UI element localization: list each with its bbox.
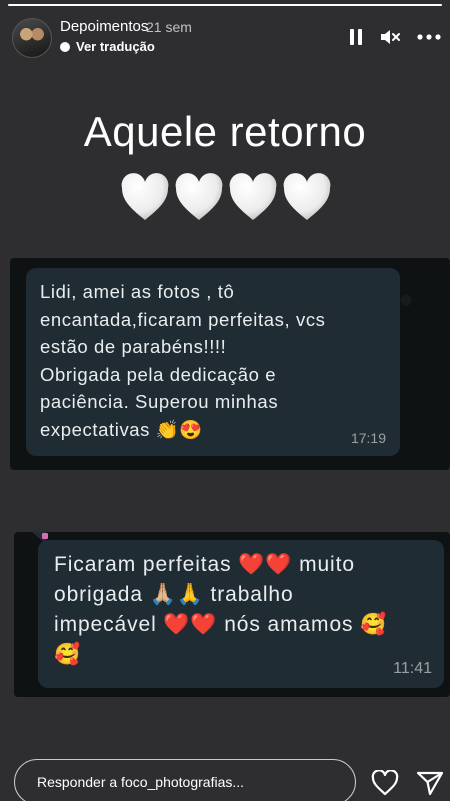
- white-heart-icon: [174, 172, 224, 224]
- story-header: Depoimentos 21 sem Ver tradução: [0, 12, 450, 62]
- post-time: 21 sem: [146, 19, 192, 35]
- story-progress-fill: [8, 4, 442, 6]
- message-time-2: 11:41: [393, 660, 432, 677]
- send-icon[interactable]: [416, 770, 444, 796]
- story-title: Aquele retorno: [83, 108, 367, 155]
- message-bubble-1: Lidi, amei as fotos , tô encantada,ficar…: [26, 268, 400, 456]
- mute-icon[interactable]: [377, 24, 403, 50]
- translate-label: Ver tradução: [76, 39, 155, 54]
- translate-dot-icon: [60, 41, 70, 52]
- hearts-row: [120, 172, 332, 224]
- translate-link[interactable]: Ver tradução: [60, 39, 155, 54]
- story-progress-bar: [8, 4, 442, 6]
- message-time-1: 17:19: [350, 430, 386, 446]
- more-icon[interactable]: [416, 24, 442, 50]
- story-view[interactable]: Depoimentos 21 sem Ver tradução Aquele r…: [0, 0, 450, 801]
- white-heart-icon: [282, 172, 332, 224]
- message-bubble-2: Ficaram perfeitas ❤️❤️ muito obrigada 🙏🏼…: [38, 540, 444, 688]
- message-text-2: Ficaram perfeitas ❤️❤️ muito obrigada 🙏🏼…: [54, 553, 388, 666]
- reply-placeholder: Responder a foco_photografias...: [37, 774, 245, 790]
- message-text-1: Lidi, amei as fotos , tô encantada,ficar…: [40, 281, 326, 440]
- username[interactable]: Depoimentos: [60, 18, 148, 35]
- avatar[interactable]: [12, 18, 52, 58]
- reply-input[interactable]: Responder a foco_photografias...: [14, 759, 356, 801]
- heart-icon[interactable]: [371, 769, 399, 796]
- bubble-marker: [42, 533, 48, 539]
- white-heart-icon: [120, 172, 170, 224]
- white-heart-icon: [228, 172, 278, 224]
- pause-icon[interactable]: [343, 24, 369, 50]
